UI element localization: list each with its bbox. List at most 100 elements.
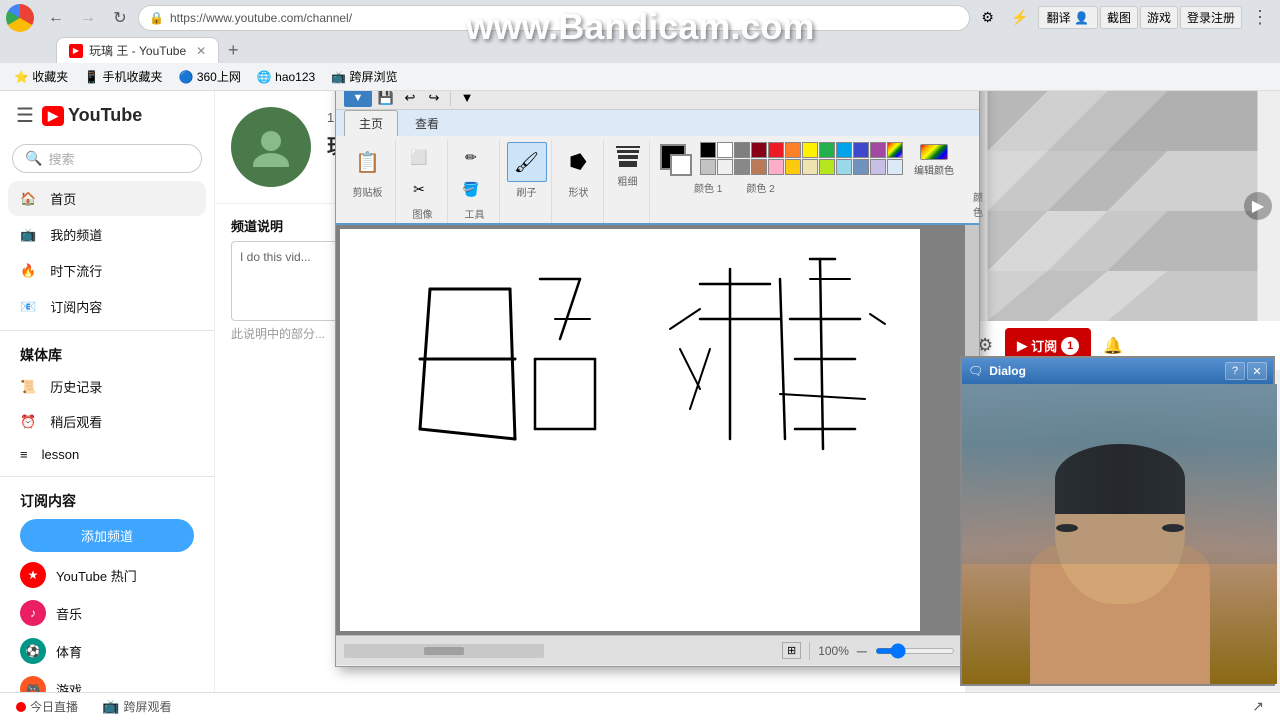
color-rainbow[interactable]: [887, 142, 903, 158]
back-button[interactable]: ←: [42, 4, 70, 32]
ribbon-tab-view[interactable]: 查看: [400, 110, 454, 136]
login-btn[interactable]: 登录注册: [1180, 6, 1242, 29]
sidebar-item-youtube-hot[interactable]: ★ YouTube 热门: [8, 556, 206, 594]
color-peach[interactable]: [785, 159, 801, 175]
color-light[interactable]: [717, 159, 733, 175]
color-orange[interactable]: [785, 142, 801, 158]
add-channel-button[interactable]: 添加频道: [20, 519, 194, 552]
forward-button[interactable]: →: [74, 4, 102, 32]
live-dot-icon: [16, 702, 26, 712]
webcam-face: [1030, 444, 1210, 684]
sidebar-item-watch-later[interactable]: ⏰ 稍后观看: [8, 404, 206, 439]
color-pink[interactable]: [768, 159, 784, 175]
geometric-pattern: [965, 91, 1280, 321]
youtube-logo[interactable]: ▶ YouTube: [42, 105, 142, 126]
sidebar-nav: 🏠 首页 📺 我的频道 🔥 时下流行 📧 订阅内容: [0, 181, 214, 324]
bookmark-item-3[interactable]: 🔵 360上网: [173, 66, 247, 87]
sidebar-item-subscriptions[interactable]: 📧 订阅内容: [8, 289, 206, 324]
paint-hscrollbar[interactable]: [344, 644, 544, 658]
paint-other-btn[interactable]: ▼: [457, 89, 477, 107]
sidebar-search[interactable]: 🔍 搜索: [12, 144, 202, 173]
bookmark-star-btn[interactable]: ⚡: [1006, 4, 1034, 32]
hamburger-menu-icon[interactable]: ☰: [16, 103, 34, 128]
ribbon-tab-home[interactable]: 主页: [344, 110, 398, 136]
paste-btn[interactable]: 📋: [348, 142, 388, 182]
subscriptions-section: 订阅内容 添加频道 ★ YouTube 热门 ♪ 音乐 ⚽ 体育 🎮 游戏 ▼ …: [0, 483, 214, 720]
sidebar-item-trending[interactable]: 🔥 时下流行: [8, 253, 206, 288]
dialog-content: [962, 384, 1277, 684]
color-red[interactable]: [768, 142, 784, 158]
brush-btn[interactable]: 🖌: [507, 142, 547, 182]
color-darkred[interactable]: [751, 142, 767, 158]
more-tools-btn[interactable]: ⋮: [1246, 4, 1274, 32]
new-tab-button[interactable]: +: [219, 37, 247, 63]
color-green[interactable]: [819, 142, 835, 158]
fill-btn[interactable]: 🪣: [456, 174, 486, 204]
color-purple[interactable]: [870, 142, 886, 158]
canvas-resize-btn[interactable]: ⊞: [782, 642, 801, 659]
crop-btn[interactable]: ✂: [404, 174, 434, 204]
color-maroon[interactable]: [751, 159, 767, 175]
sidebar-item-music[interactable]: ♪ 音乐: [8, 594, 206, 632]
sidebar-item-history[interactable]: 📜 历史记录: [8, 369, 206, 404]
color-yellow[interactable]: [802, 142, 818, 158]
paint-undo-btn[interactable]: ↩: [400, 89, 420, 107]
extensions-btn[interactable]: ⚙: [974, 4, 1002, 32]
canvas-scroll-area[interactable]: [336, 225, 979, 635]
games-btn[interactable]: 游戏: [1140, 6, 1178, 29]
color-lavender[interactable]: [870, 159, 886, 175]
dialog-close-btn[interactable]: ✕: [1247, 362, 1267, 380]
split-screen-btn[interactable]: 📺 跨屏观看: [102, 698, 171, 715]
bookmark-item-5[interactable]: 📺 跨屏浏览: [325, 66, 403, 87]
youtube-sidebar: ☰ ▶ YouTube 🔍 搜索 🏠 首页 📺 我的频道 �: [0, 91, 215, 720]
sidebar-item-home[interactable]: 🏠 首页: [8, 181, 206, 216]
bookmark-item-2[interactable]: 📱 手机收藏夹: [78, 66, 168, 87]
paint-menu-btn[interactable]: ▼: [344, 89, 372, 107]
color-silver[interactable]: [700, 159, 716, 175]
dialog-app-icon: 🗨: [968, 364, 983, 378]
color-white[interactable]: [717, 142, 733, 158]
color-blue[interactable]: [853, 142, 869, 158]
zoom-slider[interactable]: [875, 648, 955, 654]
screenshot-btn[interactable]: 截图: [1100, 6, 1138, 29]
edit-colors-btn[interactable]: 编辑颜色: [909, 142, 959, 178]
browser-tab[interactable]: ▶ 玩璃 王 - YouTube ✕: [56, 37, 219, 63]
color-gray1[interactable]: [734, 142, 750, 158]
color-cornflower[interactable]: [853, 159, 869, 175]
next-art-icon[interactable]: ▶: [1244, 192, 1272, 220]
color-lightblue[interactable]: [836, 159, 852, 175]
subscriptions-icon: 📧: [20, 299, 36, 315]
zoom-out-btn[interactable]: ─: [857, 643, 867, 659]
share-icon[interactable]: ↗: [1252, 698, 1264, 715]
pencil-btn[interactable]: ✏: [456, 142, 486, 172]
sidebar-item-my-channel[interactable]: 📺 我的频道: [8, 217, 206, 252]
paint-redo-btn[interactable]: ↪: [424, 89, 444, 107]
color-teal[interactable]: [836, 142, 852, 158]
refresh-button[interactable]: ↻: [106, 4, 134, 32]
translate-btn[interactable]: 翻译 👤: [1038, 6, 1098, 29]
shapes-btn[interactable]: ⭓: [559, 142, 599, 182]
paint-canvas[interactable]: [340, 229, 920, 631]
color-lightyellow[interactable]: [802, 159, 818, 175]
chrome-icon: [6, 4, 34, 32]
tab-close-icon[interactable]: ✕: [196, 44, 206, 58]
bookmark-item-4[interactable]: 🌐 hao123: [251, 68, 321, 86]
color2-swatch[interactable]: [670, 154, 692, 176]
dialog-help-btn[interactable]: ?: [1225, 362, 1245, 380]
color-tan[interactable]: [887, 159, 903, 175]
tools-label: 工具: [465, 206, 485, 221]
color-lightgreen[interactable]: [819, 159, 835, 175]
live-stream-btn[interactable]: 今日直播: [16, 698, 78, 715]
select-all-btn[interactable]: ⬜: [404, 142, 434, 172]
sidebar-item-sports[interactable]: ⚽ 体育: [8, 632, 206, 670]
color-gray2[interactable]: [734, 159, 750, 175]
address-bar[interactable]: 🔒 https://www.youtube.com/channel/: [138, 5, 970, 31]
bell-notification-icon[interactable]: 🔔: [1103, 336, 1123, 356]
color-black[interactable]: [700, 142, 716, 158]
sidebar-item-lesson[interactable]: ≡ lesson: [8, 439, 206, 470]
toolbar-group-image: ⬜ ✂ 图像: [398, 140, 448, 223]
paint-save-btn[interactable]: 💾: [376, 89, 396, 107]
sidebar-subscriptions-label: 订阅内容: [50, 297, 102, 316]
paint-footer: ⊞ 100% ─ +: [336, 635, 979, 665]
bookmark-item-1[interactable]: ⭐ 收藏夹: [8, 66, 74, 87]
